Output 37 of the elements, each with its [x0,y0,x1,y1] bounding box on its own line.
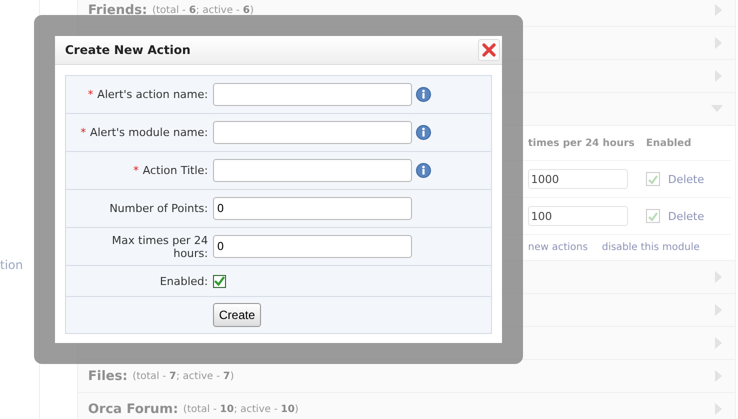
module-title: Friends: [88,2,148,18]
input-field[interactable] [213,159,412,182]
input-field[interactable]: 0 [213,197,412,220]
delete-link[interactable]: Delete [668,210,704,222]
input-field[interactable]: 100 [528,206,628,226]
field-label: Alert's module name: [90,126,208,139]
required-mark: * [133,164,139,177]
column-header: Enabled [646,138,692,148]
module-summary: (total - 6; active - 6) [152,4,254,16]
checkbox[interactable] [213,274,226,288]
disable-module-link[interactable]: disable this module [602,242,700,253]
field-label: Number of Points: [109,202,208,215]
delete-link[interactable]: Delete [668,172,704,186]
input-field[interactable] [213,121,412,144]
field-label: Max times per 24 hours: [110,234,208,260]
required-mark: * [88,88,94,101]
create-button[interactable]: Create [213,303,262,327]
field-label: Alert's action name: [97,88,208,101]
input-field[interactable] [213,83,412,106]
info-icon[interactable] [416,163,431,178]
input-field[interactable]: 0 [213,235,412,258]
module-title: Orca Forum: [88,402,178,416]
field-label: Enabled: [160,274,208,288]
dialog-title: Create New Action [65,43,190,57]
required-mark: * [80,126,86,139]
close-icon [482,43,496,57]
close-button[interactable] [478,39,500,61]
info-icon[interactable] [416,125,431,140]
field-label: Action Title: [142,164,208,177]
side-link[interactable]: tion [0,258,23,272]
add-actions-link[interactable]: new actions [528,242,588,253]
module-summary: (total - 7; active - 7) [132,370,234,382]
info-icon[interactable] [416,87,431,102]
module-summary: (total - 10; active - 10) [183,404,299,414]
module-title: Files: [88,368,128,384]
column-header: times per 24 hours [528,138,636,148]
input-field[interactable]: 1000 [528,169,628,189]
